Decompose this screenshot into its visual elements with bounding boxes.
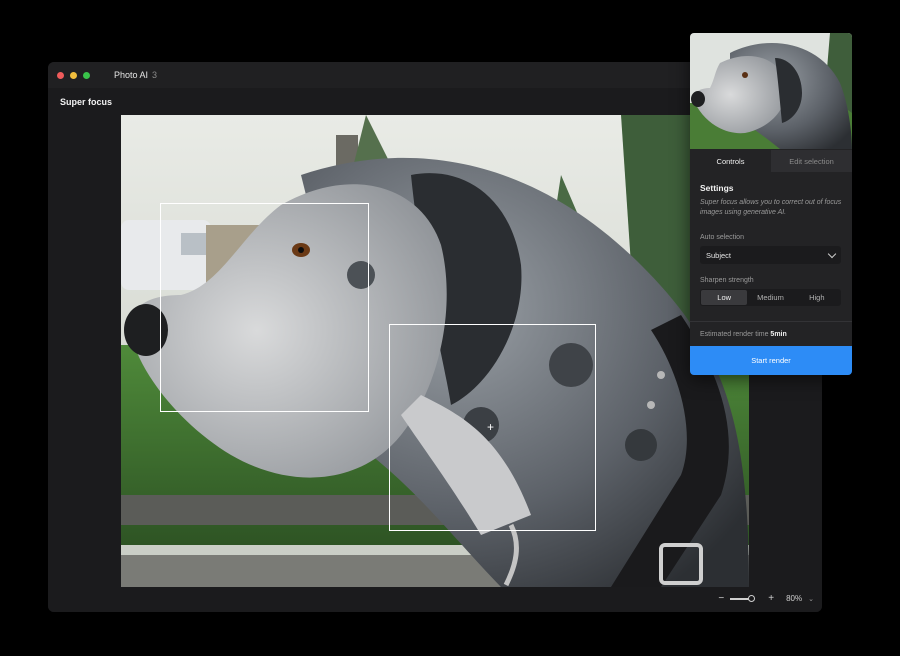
auto-selection-label: Auto selection xyxy=(700,234,744,241)
sharpen-option-low[interactable]: Low xyxy=(701,290,748,305)
settings-heading: Settings xyxy=(700,183,734,193)
super-focus-panel: Controls Edit selection Settings Super f… xyxy=(690,33,852,375)
zoom-slider-handle[interactable] xyxy=(748,594,756,602)
zoom-out-button[interactable]: − xyxy=(718,593,724,604)
settings-description: Super focus allows you to correct out of… xyxy=(700,199,842,216)
app-version: 3 xyxy=(152,70,158,80)
start-render-button[interactable]: Start render xyxy=(690,346,852,375)
dog-thumbnail-image xyxy=(690,33,852,149)
screen: Photo AI 3 Super focus + − + 80% ⌄ Contr… xyxy=(0,0,900,656)
auto-selection-dropdown[interactable]: Subject xyxy=(700,246,841,264)
chevron-down-icon xyxy=(827,249,837,259)
maximize-window-button[interactable] xyxy=(83,71,90,79)
auto-selection-value: Subject xyxy=(706,250,732,260)
preview-thumbnail xyxy=(690,33,852,149)
sharpen-strength-selector: Low Medium High xyxy=(700,289,841,306)
sharpen-option-medium[interactable]: Medium xyxy=(747,290,793,305)
tab-edit-selection[interactable]: Edit selection xyxy=(771,150,852,172)
window-controls xyxy=(57,71,90,79)
sharpen-option-high[interactable]: High xyxy=(794,290,840,305)
zoom-control: − + 80% ⌄ xyxy=(718,593,814,604)
panel-tabs: Controls Edit selection xyxy=(690,150,852,172)
render-time-value: 5min xyxy=(770,331,787,338)
close-window-button[interactable] xyxy=(57,71,64,79)
panel-divider xyxy=(690,321,852,322)
photo-canvas[interactable]: + xyxy=(121,115,749,587)
tab-controls[interactable]: Controls xyxy=(690,150,771,172)
zoom-in-button[interactable]: + xyxy=(768,593,774,604)
render-time-label: Estimated render time xyxy=(700,331,771,338)
focus-selection-box-head[interactable] xyxy=(160,203,369,412)
bottom-toolbar: − + 80% ⌄ xyxy=(48,587,822,612)
chevron-down-icon[interactable]: ⌄ xyxy=(808,595,814,603)
section-title: Super focus xyxy=(60,97,113,107)
sharpen-strength-label: Sharpen strength xyxy=(700,277,754,284)
zoom-slider[interactable] xyxy=(730,594,756,602)
app-title: Photo AI xyxy=(114,70,149,80)
crosshair-icon: + xyxy=(487,420,495,434)
minimize-window-button[interactable] xyxy=(70,71,77,79)
estimated-render-time: Estimated render time 5min xyxy=(700,331,787,338)
zoom-level[interactable]: 80% xyxy=(786,594,802,603)
